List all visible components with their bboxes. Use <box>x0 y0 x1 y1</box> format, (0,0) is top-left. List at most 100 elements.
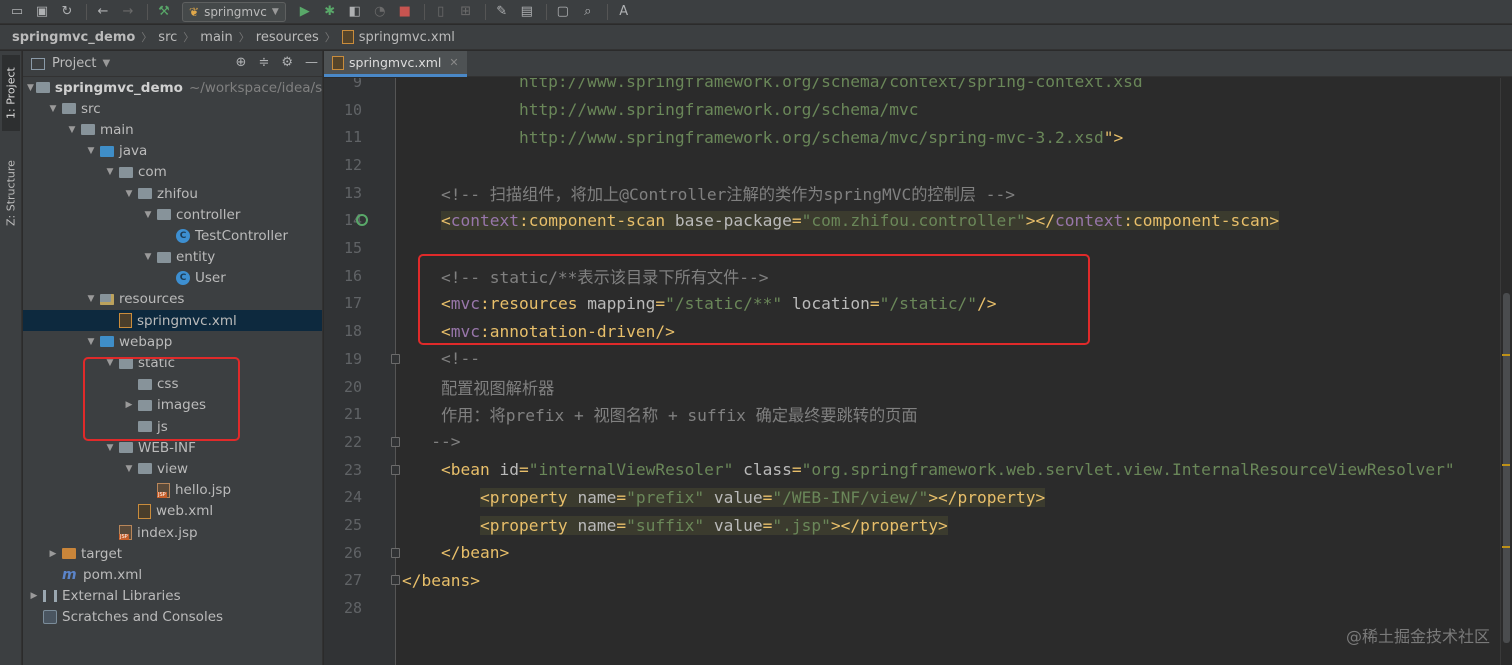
run-icon[interactable]: ▶ <box>294 2 316 22</box>
project-panel-title[interactable]: Project <box>52 56 96 71</box>
tab-springmvc-xml[interactable]: springmvc.xml ✕ <box>324 51 467 77</box>
tree-item-external-libraries[interactable]: ▶ External Libraries <box>23 586 322 607</box>
warning-marker[interactable] <box>1502 354 1510 356</box>
chevron-down-icon[interactable]: ▼ <box>84 146 98 156</box>
chevron-down-icon[interactable]: ▼ <box>103 167 117 177</box>
chevron-down-icon[interactable]: ▼ <box>65 125 79 135</box>
search-icon[interactable]: ⌕ <box>577 2 599 22</box>
save-all-icon[interactable]: ▣ <box>31 2 53 22</box>
coverage-icon[interactable]: ◧ <box>344 2 366 22</box>
warning-marker[interactable] <box>1502 546 1510 548</box>
fold-marker-icon[interactable] <box>391 464 400 475</box>
code-token: base-package <box>674 210 792 230</box>
hide-panel-icon[interactable]: — <box>305 55 318 70</box>
scrollbar-thumb[interactable] <box>1503 293 1510 643</box>
attach-debugger-icon[interactable]: ▯ <box>430 2 452 22</box>
code-line[interactable]: 21 作用：将prefix + 视图名称 + suffix 确定最终要跳转的页面 <box>324 400 1512 428</box>
chevron-down-icon[interactable]: ▼ <box>122 189 136 199</box>
tree-item-testcontroller[interactable]: C TestController <box>23 225 322 246</box>
chevron-down-icon[interactable]: ▼ <box>84 294 98 304</box>
chevron-down-icon[interactable]: ▼ <box>27 83 34 93</box>
build-hammer-icon[interactable]: ⚒ <box>153 2 175 22</box>
code-line[interactable]: 28 <box>324 594 1512 622</box>
fold-marker-icon[interactable] <box>391 547 400 558</box>
open-folder-icon[interactable]: ▭ <box>6 2 28 22</box>
chevron-down-icon[interactable]: ▼ <box>102 58 110 69</box>
terminal-icon[interactable]: ▢ <box>552 2 574 22</box>
fold-marker-icon[interactable] <box>391 436 400 447</box>
tree-item-user[interactable]: C User <box>23 268 322 289</box>
code-line[interactable]: 26 </bean> <box>324 539 1512 567</box>
tree-item-view[interactable]: ▼ view <box>23 458 322 479</box>
breadcrumb-item-project[interactable]: springmvc_demo <box>12 30 135 45</box>
breadcrumb-item-file[interactable]: springmvc.xml <box>359 30 455 45</box>
code-line[interactable]: 11 http://www.springframework.org/schema… <box>324 123 1512 151</box>
tree-item-resources[interactable]: ▼ resources <box>23 289 322 310</box>
tree-item-label: springmvc_demo <box>54 79 183 96</box>
chevron-right-icon[interactable]: ▶ <box>27 591 41 601</box>
tab-structure[interactable]: Z: Structure <box>2 147 20 239</box>
update-app-icon[interactable]: ⊞ <box>455 2 477 22</box>
tree-item-controller[interactable]: ▼ controller <box>23 204 322 225</box>
code-line[interactable]: 9 http://www.springframework.org/schema/… <box>324 78 1512 96</box>
breadcrumb-item-main[interactable]: main <box>200 30 232 45</box>
chevron-down-icon[interactable]: ▼ <box>103 443 117 453</box>
tree-item-webapp[interactable]: ▼ webapp <box>23 331 322 352</box>
code-line[interactable]: 24 <property name="prefix" value="/WEB-I… <box>324 484 1512 512</box>
tree-item-scratches-and-consoles[interactable]: Scratches and Consoles <box>23 607 322 628</box>
code-editor[interactable]: 9 http://www.springframework.org/schema/… <box>324 78 1512 665</box>
gear-icon[interactable]: ⚙ <box>281 55 293 70</box>
run-configuration-select[interactable]: ❦ springmvc ▼ <box>182 1 286 22</box>
fold-marker-icon[interactable] <box>391 353 400 364</box>
chevron-down-icon[interactable]: ▼ <box>122 464 136 474</box>
debug-icon[interactable]: ✱ <box>319 2 341 22</box>
tree-item-hello-jsp[interactable]: hello.jsp <box>23 480 322 501</box>
forward-icon[interactable]: → <box>117 2 139 22</box>
tree-item-target[interactable]: ▶ target <box>23 543 322 564</box>
chevron-down-icon[interactable]: ▼ <box>141 210 155 220</box>
warning-marker[interactable] <box>1502 464 1510 466</box>
breadcrumb-item-resources[interactable]: resources <box>256 30 319 45</box>
code-line[interactable]: 12 <box>324 151 1512 179</box>
tree-item-springmvc-demo[interactable]: ▼ springmvc_demo ~/workspace/idea/sp <box>23 77 322 98</box>
sync-icon[interactable]: ↻ <box>56 2 78 22</box>
chevron-down-icon[interactable]: ▼ <box>46 104 60 114</box>
tab-project[interactable]: 1: Project <box>2 55 20 131</box>
tree-item-main[interactable]: ▼ main <box>23 119 322 140</box>
tree-item-entity[interactable]: ▼ entity <box>23 247 322 268</box>
tree-item-springmvc-xml[interactable]: springmvc.xml <box>23 310 322 332</box>
locate-file-icon[interactable]: ⊕ <box>236 55 247 70</box>
profile-icon[interactable]: ◔ <box>369 2 391 22</box>
code-line[interactable]: 23 <bean id="internalViewResoler" class=… <box>324 456 1512 484</box>
code-line[interactable]: 19 <!-- <box>324 345 1512 373</box>
close-icon[interactable]: ✕ <box>449 56 458 69</box>
code-line[interactable]: 25 <property name="suffix" value=".jsp">… <box>324 511 1512 539</box>
tree-item-src[interactable]: ▼ src <box>23 98 322 119</box>
stop-icon[interactable]: ■ <box>394 2 416 22</box>
collapse-all-icon[interactable]: ≑ <box>258 55 269 70</box>
spring-bean-gutter-icon[interactable] <box>356 214 368 227</box>
tree-item-pom-xml[interactable]: m pom.xml <box>23 564 322 585</box>
tree-item-web-xml[interactable]: web.xml <box>23 501 322 522</box>
tree-item-com[interactable]: ▼ com <box>23 162 322 183</box>
vertical-scrollbar[interactable] <box>1500 78 1512 665</box>
code-line[interactable]: 13 <!-- 扫描组件，将加上@Controller注解的类作为springM… <box>324 179 1512 207</box>
code-line[interactable]: 20 配置视图解析器 <box>324 373 1512 401</box>
tree-item-index-jsp[interactable]: index.jsp <box>23 522 322 543</box>
code-line[interactable]: 14 <context:component-scan base-package=… <box>324 207 1512 235</box>
chevron-down-icon[interactable]: ▼ <box>141 252 155 262</box>
chevron-right-icon[interactable]: ▶ <box>46 549 60 559</box>
settings-wrench-icon[interactable]: ✎ <box>491 2 513 22</box>
breadcrumb-item-src[interactable]: src <box>158 30 177 45</box>
tree-item-java[interactable]: ▼ java <box>23 141 322 162</box>
translate-icon[interactable]: A <box>613 2 635 22</box>
tree-item-zhifou[interactable]: ▼ zhifou <box>23 183 322 204</box>
code-line[interactable]: 22 --> <box>324 428 1512 456</box>
chevron-down-icon[interactable]: ▼ <box>84 337 98 347</box>
back-icon[interactable]: ← <box>92 2 114 22</box>
code-line[interactable]: 10 http://www.springframework.org/schema… <box>324 96 1512 124</box>
code-line[interactable]: 27 </beans> <box>324 567 1512 595</box>
project-structure-icon[interactable]: ▤ <box>516 2 538 22</box>
fold-marker-icon[interactable] <box>391 575 400 586</box>
